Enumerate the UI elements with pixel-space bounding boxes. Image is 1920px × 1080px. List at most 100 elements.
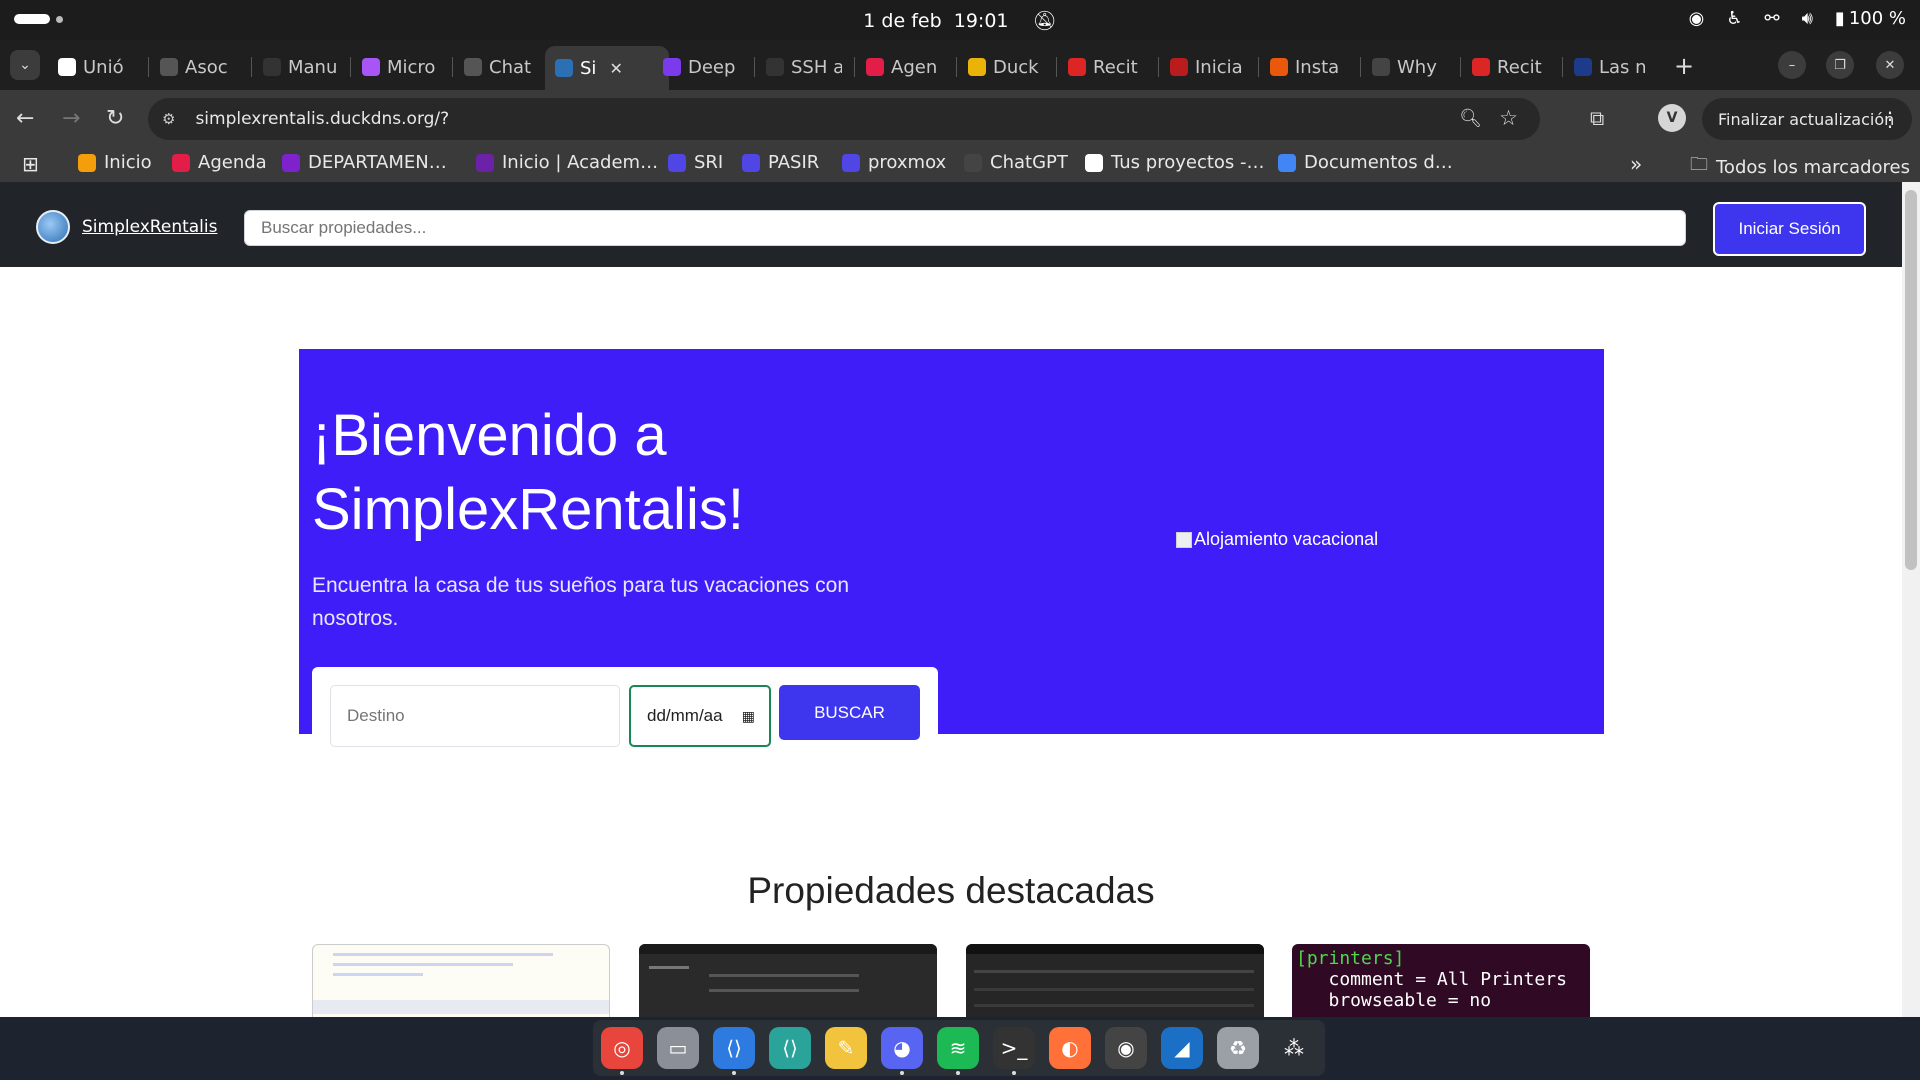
discord-tray-icon[interactable]: ◉ <box>1689 8 1705 29</box>
bookmark-item[interactable]: SRI <box>668 152 723 173</box>
tab-11[interactable]: Recit <box>1068 50 1144 84</box>
activities-button[interactable] <box>14 14 63 24</box>
reload-button[interactable]: ↻ <box>106 106 124 131</box>
obs-icon[interactable]: ◉ <box>1105 1027 1147 1069</box>
date-input[interactable]: dd/mm/aa ▦ <box>629 685 771 747</box>
forward-button[interactable]: → <box>62 106 80 131</box>
bookmark-label: Tus proyectos -… <box>1111 152 1265 173</box>
tab-16[interactable]: Las n <box>1574 50 1650 84</box>
property-card-2[interactable] <box>639 944 937 1017</box>
bookmark-item[interactable]: Documentos d… <box>1278 152 1453 173</box>
profile-avatar[interactable]: V <box>1658 104 1686 132</box>
extensions-icon[interactable]: ⧉ <box>1590 106 1604 130</box>
notion-icon <box>58 58 76 76</box>
tab-5[interactable]: Chat <box>464 50 540 84</box>
forms-icon <box>842 153 860 172</box>
close-tab-icon[interactable]: ✕ <box>609 59 622 78</box>
login-button[interactable]: Iniciar Sesión <box>1713 202 1866 256</box>
vscode-icon[interactable]: ⟨⟩ <box>713 1027 755 1075</box>
url-text[interactable]: simplexrentalis.duckdns.org/? <box>195 109 449 129</box>
tab-8[interactable]: SSH a <box>766 50 842 84</box>
accessibility-icon[interactable]: ♿︎ <box>1726 8 1742 29</box>
bookmark-item[interactable]: DEPARTAMEN… <box>282 152 447 173</box>
tab-12[interactable]: Inicia <box>1170 50 1246 84</box>
more-bookmarks-icon[interactable]: » <box>1630 152 1642 176</box>
close-window-button[interactable]: ✕ <box>1876 51 1904 79</box>
forms-icon <box>668 153 686 172</box>
bookmark-item[interactable]: Inicio | Academ… <box>476 152 658 173</box>
scrollbar-thumb[interactable] <box>1905 190 1917 570</box>
running-indicator <box>1012 1071 1016 1075</box>
tab-label: Las n <box>1599 56 1647 78</box>
screenshot-thumbnail-line <box>974 1004 1254 1007</box>
battery-icon[interactable]: ▮ <box>1835 8 1845 29</box>
new-tab-button[interactable]: + <box>1674 52 1694 80</box>
site-info-icon[interactable]: ⚙︎ <box>162 110 175 128</box>
spotify-icon[interactable]: ≋ <box>937 1027 979 1075</box>
tab-2[interactable]: Asoc <box>160 50 236 84</box>
tab-10[interactable]: Duck <box>968 50 1044 84</box>
screenshot-thumbnail-bar <box>966 944 1264 954</box>
tab-7[interactable]: Deep <box>663 50 739 84</box>
bookmark-item[interactable]: Inicio <box>78 152 152 173</box>
clock-time[interactable]: 19:01 <box>954 10 1009 32</box>
discord-icon[interactable]: ◕ <box>881 1027 923 1075</box>
all-bookmarks-folder[interactable]: 🗀 Todos los marcadores <box>1690 152 1910 182</box>
bookmark-item[interactable]: Tus proyectos -… <box>1085 152 1265 173</box>
terminal-icon[interactable]: >_ <box>993 1027 1035 1075</box>
close-icon: ✕ <box>1884 57 1896 73</box>
tab-1[interactable]: Unió <box>58 50 134 84</box>
bookmark-item[interactable]: proxmox <box>842 152 946 173</box>
trash-icon[interactable]: ♻ <box>1217 1027 1259 1069</box>
tab-15[interactable]: Recit <box>1472 50 1548 84</box>
booking-search-form: dd/mm/aa ▦ BUSCAR <box>312 667 938 765</box>
tab-label: Recit <box>1497 56 1542 78</box>
wireshark-icon[interactable]: ◢ <box>1161 1027 1203 1069</box>
tab-search-button[interactable]: ⌄ <box>10 50 40 80</box>
clock-date[interactable]: 1 de feb <box>863 10 941 32</box>
screenshot-thumbnail-line <box>974 970 1254 973</box>
bookmark-item[interactable]: ChatGPT <box>964 152 1068 173</box>
volume-icon[interactable]: 🔊︎ <box>1802 8 1813 29</box>
zoom-icon[interactable]: 🔍︎ <box>1459 108 1482 129</box>
apps-grid-icon[interactable]: ⊞ <box>22 152 39 176</box>
brand-link[interactable]: SimplexRentalis <box>36 210 217 244</box>
property-search-input[interactable] <box>244 210 1686 246</box>
back-button[interactable]: ← <box>16 106 34 131</box>
network-icon[interactable]: ⚯ <box>1764 8 1779 29</box>
firefox-icon[interactable]: ◐ <box>1049 1027 1091 1069</box>
tab-4[interactable]: Micro <box>362 50 438 84</box>
menu-kebab-icon[interactable]: ⋮ <box>1880 107 1900 131</box>
tab-9[interactable]: Agen <box>866 50 942 84</box>
tab-13[interactable]: Insta <box>1270 50 1346 84</box>
folder-icon: 🗀 <box>1690 154 1708 175</box>
address-bar[interactable]: ⚙︎ simplexrentalis.duckdns.org/? 🔍︎ ☆ <box>148 98 1540 140</box>
minimize-button[interactable]: – <box>1778 51 1806 79</box>
bookmark-item[interactable]: PASIR <box>742 152 819 173</box>
property-card-1[interactable] <box>312 944 610 1017</box>
tab-3[interactable]: Manu <box>263 50 339 84</box>
property-card-4[interactable]: [printers] comment = All Printers browse… <box>1292 944 1590 1017</box>
vscode-alt-icon[interactable]: ⟨⟩ <box>769 1027 811 1069</box>
files-icon[interactable]: ▭ <box>657 1027 699 1069</box>
bookmark-star-icon[interactable]: ☆ <box>1499 106 1518 130</box>
tab-14[interactable]: Why <box>1372 50 1448 84</box>
apps-grid-icon[interactable]: ⁂ <box>1273 1027 1315 1069</box>
bookmark-item[interactable]: Agenda <box>172 152 267 173</box>
chrome-icon[interactable]: ◎ <box>601 1027 643 1075</box>
booking-icon <box>1574 58 1592 76</box>
system-tray[interactable]: ◉ ♿︎ ⚯ 🔊︎ ▮ 100 % <box>1689 8 1906 29</box>
hero-subtitle: Encuentra la casa de tus sueños para tus… <box>312 574 849 630</box>
tab-6[interactable]: Si ✕ <box>545 46 669 90</box>
calendar-icon[interactable]: ▦ <box>742 708 755 725</box>
all-bookmarks-label: Todos los marcadores <box>1716 156 1910 178</box>
code-line-1: [printers] <box>1296 948 1405 969</box>
restore-button[interactable]: ❐ <box>1826 51 1854 79</box>
bookmark-label: Documentos d… <box>1304 152 1453 173</box>
property-card-3[interactable] <box>966 944 1264 1017</box>
destination-input[interactable] <box>330 685 620 747</box>
notes-icon[interactable]: ✎ <box>825 1027 867 1069</box>
page-scrollbar[interactable] <box>1902 182 1920 1017</box>
update-button[interactable]: Finalizar actualización ⋮ <box>1702 98 1912 140</box>
search-button[interactable]: BUSCAR <box>779 685 920 740</box>
